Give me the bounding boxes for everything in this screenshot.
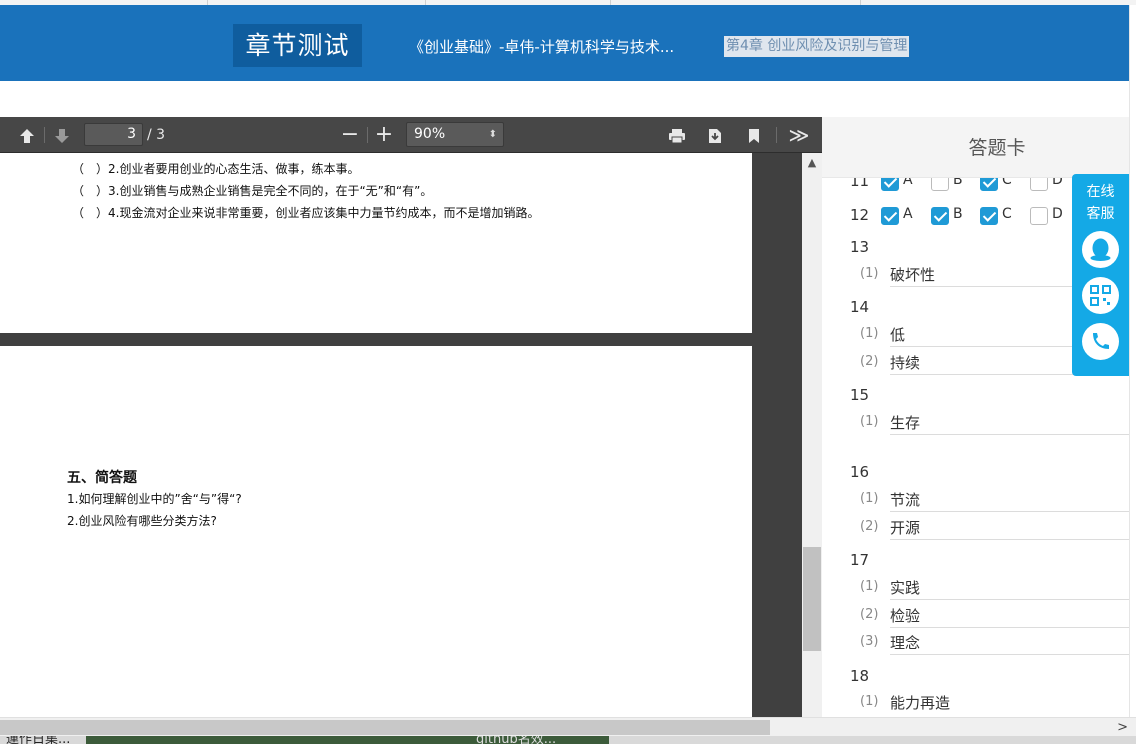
page: 章节测试 《创业基础》-卓伟-计算机科学与技术... 第4章 创业风险及识别与管… — [0, 0, 1136, 744]
answer-card-header: 答题卡 — [822, 117, 1129, 178]
option-checkbox[interactable] — [931, 178, 949, 191]
zoom-select[interactable]: 90% ⬍ — [406, 122, 504, 147]
blank-answer[interactable]: 理念 — [890, 632, 920, 653]
essay-question-1: 1.如何理解创业中的”舍“与”得“? — [67, 492, 242, 506]
blank-answer[interactable]: 破坏性 — [890, 264, 935, 285]
option-label: D — [1052, 206, 1063, 222]
blank-index: (2) — [860, 519, 879, 534]
question-number: 15 — [850, 386, 870, 404]
option-checkbox[interactable] — [980, 178, 998, 191]
option-checkbox[interactable] — [881, 178, 899, 191]
question-number: 16 — [850, 463, 870, 481]
zoom-out-button[interactable]: − — [339, 117, 361, 153]
print-icon[interactable] — [666, 117, 688, 153]
scroll-up-icon[interactable]: ▲ — [802, 153, 822, 173]
pdf-toolbar: 3 / 3 − + 90% ⬍ ≫ — [0, 117, 822, 153]
blank-answer[interactable]: 低 — [890, 324, 905, 345]
phone-icon[interactable] — [1082, 323, 1119, 360]
more-tools-button[interactable]: ≫ — [787, 117, 811, 153]
pdf-page: 五、简答题 1.如何理解创业中的”舍“与”得“? 2.创业风险有哪些分类方法? — [0, 346, 752, 717]
option-checkbox[interactable] — [980, 207, 998, 225]
question-number: 11 — [850, 178, 870, 190]
select-arrow-icon: ⬍ — [488, 129, 497, 140]
option-label: C — [1002, 206, 1012, 222]
page-title: 章节测试 — [233, 24, 362, 67]
tf-question-4: （ ）4.现金流对企业来说非常重要，创业者应该集中力量节约成本，而不是增加销路。 — [72, 206, 540, 220]
option-label: A — [903, 178, 913, 188]
pdf-viewport[interactable]: （ ）2.创业者要用创业的心态生活、做事，练本事。 （ ）3.创业销售与成熟企业… — [0, 153, 822, 717]
blank-index: (1) — [860, 326, 879, 341]
blank-index: (2) — [860, 354, 879, 369]
blank-answer[interactable]: 检验 — [890, 605, 920, 626]
page-total: / 3 — [147, 127, 166, 143]
question-number: 18 — [850, 667, 870, 685]
option-checkbox[interactable] — [881, 207, 899, 225]
blank-index: (2) — [860, 607, 879, 622]
option-checkbox[interactable] — [931, 207, 949, 225]
option-checkbox[interactable] — [1030, 178, 1048, 191]
blank-answer[interactable]: 实践 — [890, 577, 920, 598]
bookmark-icon[interactable] — [743, 117, 765, 153]
blank-index: (1) — [860, 491, 879, 506]
blank-answer[interactable]: 持续 — [890, 352, 920, 373]
page-header: 章节测试 《创业基础》-卓伟-计算机科学与技术... 第4章 创业风险及识别与管… — [0, 5, 1129, 81]
blank-index: (1) — [860, 414, 879, 429]
vertical-scrollbar[interactable]: ▲ — [802, 153, 822, 717]
zoom-value: 90% — [414, 126, 446, 142]
blank-answer[interactable]: 能力再造 — [890, 692, 950, 713]
question-number: 14 — [850, 298, 870, 316]
blank-answer[interactable]: 生存 — [890, 412, 920, 433]
zoom-in-button[interactable]: + — [373, 117, 395, 153]
blank-index: (1) — [860, 266, 879, 281]
question-number: 13 — [850, 238, 870, 256]
scrollbar-thumb[interactable] — [0, 720, 770, 735]
tf-question-2: （ ）2.创业者要用创业的心态生活、做事，练本事。 — [72, 162, 360, 176]
tf-question-3: （ ）3.创业销售与成熟企业销售是完全不同的，在于“无”和“有”。 — [72, 184, 433, 198]
section-title: 五、简答题 — [67, 470, 137, 486]
pdf-page: （ ）2.创业者要用创业的心态生活、做事，练本事。 （ ）3.创业销售与成熟企业… — [0, 153, 752, 333]
essay-question-2: 2.创业风险有哪些分类方法? — [67, 514, 217, 528]
window-scroll-gutter — [1129, 5, 1136, 717]
scrollbar-thumb[interactable] — [803, 547, 821, 651]
question-number: 12 — [850, 206, 870, 224]
taskbar: 運作日集... github名效... — [0, 736, 1136, 744]
qq-icon[interactable] — [1082, 231, 1119, 268]
blank-answer[interactable]: 开源 — [890, 517, 920, 538]
blank-index: (3) — [860, 634, 879, 649]
option-label: B — [953, 178, 963, 188]
chapter-name: 第4章 创业风险及识别与管理 — [724, 36, 910, 57]
scroll-right-icon[interactable]: > — [1117, 718, 1128, 737]
blank-answer[interactable]: 节流 — [890, 489, 920, 510]
online-service-widget[interactable]: 在线 客服 — [1072, 174, 1129, 376]
question-number: 17 — [850, 551, 870, 569]
course-name: 《创业基础》-卓伟-计算机科学与技术... — [409, 38, 675, 56]
arrow-down-icon[interactable] — [51, 117, 73, 153]
taskbar-item[interactable]: github名效... — [476, 736, 556, 744]
blank-index: (1) — [860, 694, 879, 709]
qr-code-icon[interactable] — [1082, 277, 1119, 314]
taskbar-item[interactable]: 運作日集... — [6, 736, 70, 744]
option-label: A — [903, 206, 913, 222]
option-label: C — [1002, 178, 1012, 188]
page-number-input[interactable]: 3 — [84, 123, 143, 146]
option-label: B — [953, 206, 963, 222]
answer-card-title: 答题卡 — [968, 137, 1026, 159]
horizontal-scrollbar[interactable]: > — [0, 717, 1136, 736]
arrow-up-icon[interactable] — [16, 117, 38, 153]
option-checkbox[interactable] — [1030, 207, 1048, 225]
blank-index: (1) — [860, 579, 879, 594]
option-label: D — [1052, 178, 1063, 188]
download-icon[interactable] — [704, 117, 726, 153]
service-label: 在线 客服 — [1086, 184, 1115, 222]
